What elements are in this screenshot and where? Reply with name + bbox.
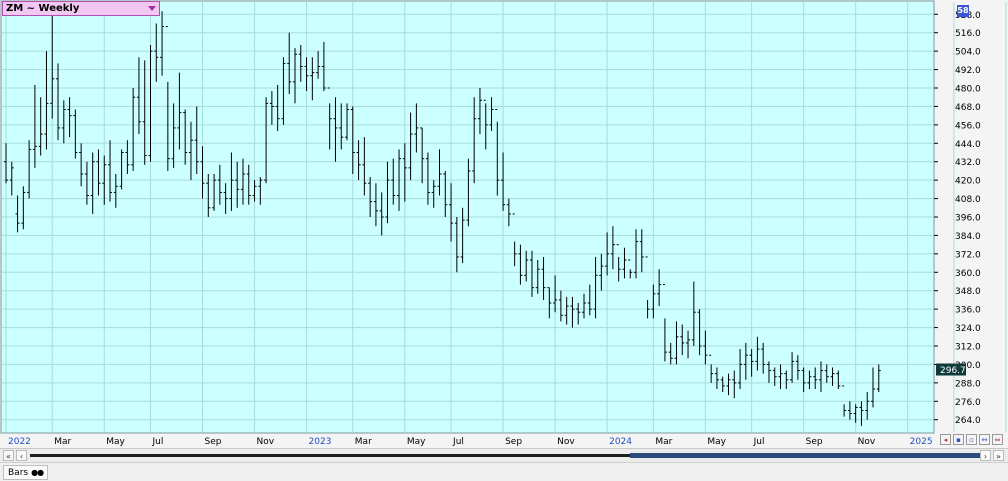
x-tick-label: Jul [152, 437, 164, 447]
date-axis-background [1, 434, 935, 447]
price-chart[interactable]: 264.0276.0288.0300.0312.0324.0336.0348.0… [0, 0, 1008, 448]
scroll-next-icon[interactable]: › [980, 450, 991, 461]
x-tick-label: Nov [858, 437, 876, 447]
y-tick-label: 312.0 [955, 343, 981, 353]
x-tick-label: 2024 [609, 437, 632, 447]
x-tick-label: Sep [806, 437, 823, 447]
y-tick-label: 372.0 [955, 250, 981, 260]
y-tick-label: 396.0 [955, 214, 981, 224]
y-tick-label: 348.0 [955, 287, 981, 297]
x-tick-label: 2022 [8, 437, 31, 447]
zoom-in-icon[interactable]: ▫ [966, 434, 977, 445]
symbol-label: ZM ~ Weekly [6, 3, 80, 14]
x-tick-label: May [407, 437, 426, 447]
x-tick-label: Jul [753, 437, 765, 447]
y-tick-label: 288.0 [955, 379, 981, 389]
scroll-track[interactable] [30, 453, 990, 458]
y-tick-label: 324.0 [955, 324, 981, 334]
y-tick-label: 408.0 [955, 195, 981, 205]
compress-icon[interactable]: ↔ [979, 434, 990, 445]
y-tick-label: 384.0 [955, 232, 981, 242]
x-tick-label: May [106, 437, 125, 447]
last-price-label: 296.7 [940, 366, 966, 376]
expand-icon[interactable]: ⇔ [992, 434, 1003, 445]
y-tick-label: 480.0 [955, 85, 981, 95]
x-tick-label: Sep [205, 437, 222, 447]
scroll-thumb[interactable] [630, 453, 990, 458]
x-tick-label: Mar [655, 437, 672, 447]
y-tick-label: 516.0 [955, 29, 981, 39]
status-bar: Bars ●● [0, 462, 1008, 481]
x-tick-label: Mar [54, 437, 71, 447]
y-tick-label: 504.0 [955, 48, 981, 58]
link-icon: ●● [31, 468, 44, 477]
y-tick-label: 456.0 [955, 121, 981, 131]
y-tick-label: 420.0 [955, 177, 981, 187]
navigation-scrollbar: « ‹ › » [0, 448, 1008, 462]
y-tick-label: 468.0 [955, 103, 981, 113]
symbol-selector[interactable]: ZM ~ Weekly [2, 1, 160, 16]
scroll-prev-icon[interactable]: ‹ [16, 450, 27, 461]
y-tick-label: 492.0 [955, 66, 981, 76]
x-tick-label: 2023 [309, 437, 332, 447]
last-price-marker: 296.7 [936, 363, 966, 376]
x-tick-label: May [707, 437, 726, 447]
corner-badge[interactable]: 58 [957, 5, 969, 17]
scroll-start-icon[interactable]: ◂ [940, 434, 951, 445]
y-tick-label: 444.0 [955, 140, 981, 150]
y-tick-label: 264.0 [955, 416, 981, 426]
bars-tab[interactable]: Bars ●● [3, 465, 49, 480]
y-tick-label: 336.0 [955, 306, 981, 316]
x-tick-label: Nov [557, 437, 575, 447]
chevron-down-icon[interactable] [148, 6, 156, 11]
y-tick-label: 432.0 [955, 158, 981, 168]
x-tick-label: 2025 [910, 437, 933, 447]
x-tick-label: Sep [505, 437, 522, 447]
scroll-first-icon[interactable]: « [3, 450, 14, 461]
scroll-last-icon[interactable]: » [993, 450, 1004, 461]
x-tick-label: Jul [452, 437, 464, 447]
y-tick-label: 360.0 [955, 269, 981, 279]
x-tick-label: Mar [355, 437, 372, 447]
chart-frame: 264.0 276.0 288.0 300.0 312.0 324.0 336.0 348.0… [0, 0, 1008, 481]
y-tick-label: 276.0 [955, 398, 981, 408]
bars-tab-label: Bars [8, 468, 29, 478]
x-tick-label: Nov [257, 437, 275, 447]
zoom-out-icon[interactable]: ▪ [953, 434, 964, 445]
